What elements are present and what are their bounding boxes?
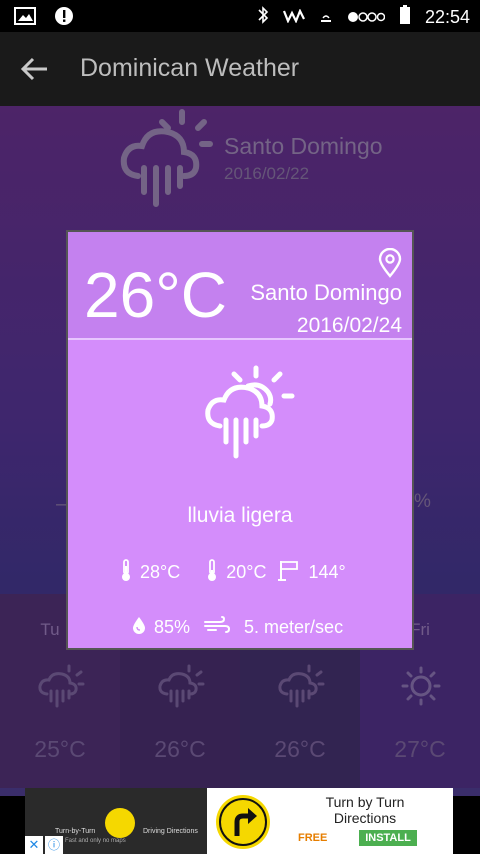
ad-content[interactable]: Turn by Turn Directions FREE INSTALL [207, 788, 453, 854]
ad-text-left: Turn-by-Turn [55, 828, 96, 835]
ad-install-button[interactable]: INSTALL [359, 830, 417, 846]
ad-close-button[interactable]: ✕ [25, 836, 43, 854]
thermometer-icon [120, 558, 132, 587]
ad-text-left: Driving Directions [143, 828, 198, 835]
water-drop-icon [132, 616, 146, 639]
dialog-date: 2016/02/24 [296, 314, 402, 337]
weather-detail-dialog: 26°C Santo Domingo 2016/02/24 lluvia lig… [66, 230, 414, 650]
alert-icon [54, 6, 74, 31]
bluetooth-icon [257, 5, 269, 30]
battery-icon [399, 5, 411, 30]
app-bar: Dominican Weather [0, 32, 480, 106]
humidity-wind-speed-row: 85% 5. meter/sec [132, 616, 343, 639]
wind-flag-icon [278, 559, 300, 586]
thermometer-icon [206, 558, 218, 587]
clock: 22:54 [424, 7, 470, 27]
signal-icon [282, 7, 305, 28]
app-title: Dominican Weather [80, 54, 300, 82]
image-icon [14, 7, 36, 30]
ad-text-left-small: Fast and only no maps [65, 838, 126, 844]
silent-icon [319, 8, 333, 28]
network-dots-icon [347, 8, 386, 28]
sun-cloud-rain-icon [204, 364, 298, 469]
arrow-left-icon [20, 57, 47, 81]
turn-sign-icon [215, 794, 271, 850]
wind-direction: 144° [308, 562, 346, 582]
temperature-wind-row: 28°C 20°C 144° [120, 558, 346, 587]
ad-free-label: FREE [298, 832, 328, 844]
turn-arrow-icon [105, 808, 135, 838]
max-temperature: 28°C [140, 562, 181, 582]
humidity: 85% [154, 617, 191, 637]
wind-icon [204, 616, 231, 639]
min-temperature: 20°C [226, 562, 267, 582]
dialog-city: Santo Domingo [250, 280, 402, 305]
wind-speed: 5. meter/sec [244, 617, 344, 637]
ad-image[interactable]: Turn-by-Turn Driving Directions Fast and… [25, 788, 207, 854]
location-pin-icon[interactable] [378, 247, 402, 283]
ad-title: Turn by Turn Directions [325, 794, 405, 826]
ad-banner[interactable]: Turn-by-Turn Driving Directions Fast and… [25, 788, 453, 854]
dialog-header: 26°C Santo Domingo 2016/02/24 [68, 232, 412, 340]
current-temperature: 26°C [84, 259, 227, 331]
status-bar: 22:54 [0, 0, 480, 32]
back-button[interactable] [20, 54, 54, 84]
ad-info-button[interactable]: ⓘ [45, 836, 63, 854]
weather-description: lluvia ligera [187, 504, 293, 527]
